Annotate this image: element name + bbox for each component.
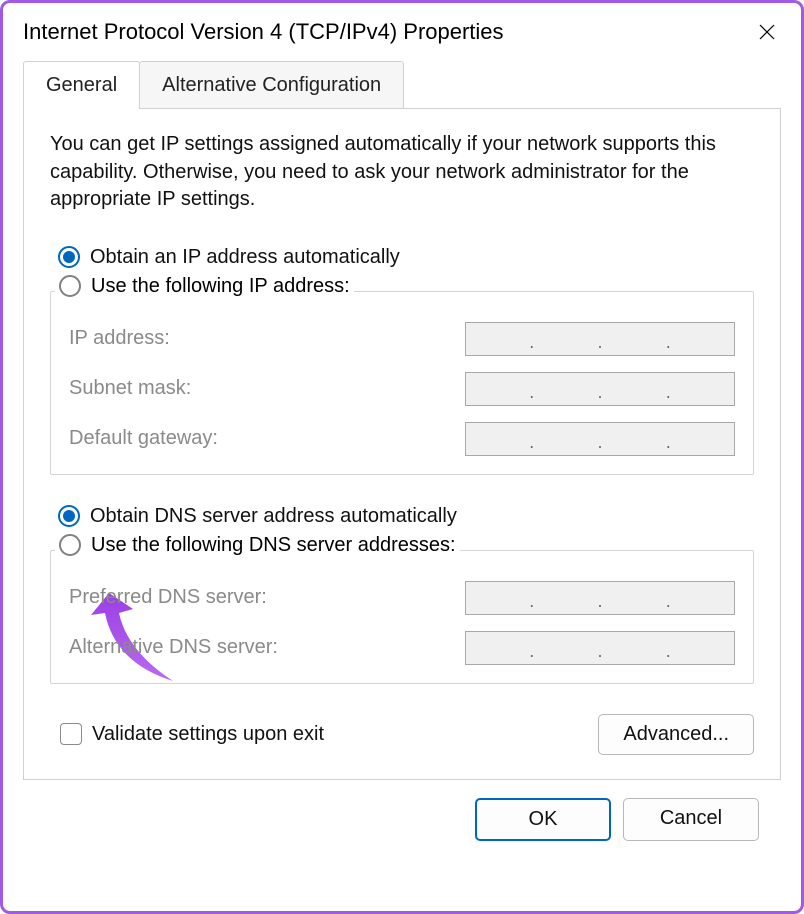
alternative-dns-label: Alternative DNS server: (69, 636, 278, 659)
radio-ip-manual[interactable]: Use the following IP address: (55, 275, 354, 298)
radio-ip-auto-label: Obtain an IP address automatically (90, 246, 400, 269)
validate-settings-label: Validate settings upon exit (92, 723, 324, 746)
alternative-dns-input[interactable]: ... (465, 631, 735, 665)
checkbox-icon (60, 723, 82, 745)
tab-alternative-configuration[interactable]: Alternative Configuration (139, 61, 404, 109)
radio-dns-manual[interactable]: Use the following DNS server addresses: (55, 534, 460, 557)
tab-general[interactable]: General (23, 61, 140, 109)
default-gateway-input[interactable]: ... (465, 422, 735, 456)
tab-strip: General Alternative Configuration (23, 61, 781, 109)
ip-address-input[interactable]: ... (465, 322, 735, 356)
tab-panel-general: You can get IP settings assigned automat… (23, 108, 781, 780)
validate-settings-checkbox[interactable]: Validate settings upon exit (60, 723, 324, 746)
radio-icon (59, 534, 81, 556)
default-gateway-label: Default gateway: (69, 427, 218, 450)
ip-address-label: IP address: (69, 327, 170, 350)
advanced-button[interactable]: Advanced... (598, 714, 754, 755)
radio-dns-auto[interactable]: Obtain DNS server address automatically (50, 505, 754, 528)
radio-ip-auto[interactable]: Obtain an IP address automatically (50, 246, 754, 269)
preferred-dns-input[interactable]: ... (465, 581, 735, 615)
intro-text: You can get IP settings assigned automat… (50, 131, 754, 214)
ip-fieldset: Use the following IP address: IP address… (50, 291, 754, 475)
radio-icon (58, 505, 80, 527)
radio-dns-auto-label: Obtain DNS server address automatically (90, 505, 457, 528)
window-title: Internet Protocol Version 4 (TCP/IPv4) P… (23, 19, 504, 45)
close-button[interactable] (751, 16, 783, 48)
titlebar: Internet Protocol Version 4 (TCP/IPv4) P… (3, 3, 801, 61)
radio-icon (59, 275, 81, 297)
ok-button[interactable]: OK (475, 798, 611, 841)
radio-dns-manual-label: Use the following DNS server addresses: (91, 534, 456, 557)
dns-fieldset: Use the following DNS server addresses: … (50, 550, 754, 684)
cancel-button[interactable]: Cancel (623, 798, 759, 841)
radio-icon (58, 246, 80, 268)
preferred-dns-label: Preferred DNS server: (69, 586, 267, 609)
close-icon (758, 23, 776, 41)
subnet-mask-label: Subnet mask: (69, 377, 191, 400)
subnet-mask-input[interactable]: ... (465, 372, 735, 406)
radio-ip-manual-label: Use the following IP address: (91, 275, 350, 298)
